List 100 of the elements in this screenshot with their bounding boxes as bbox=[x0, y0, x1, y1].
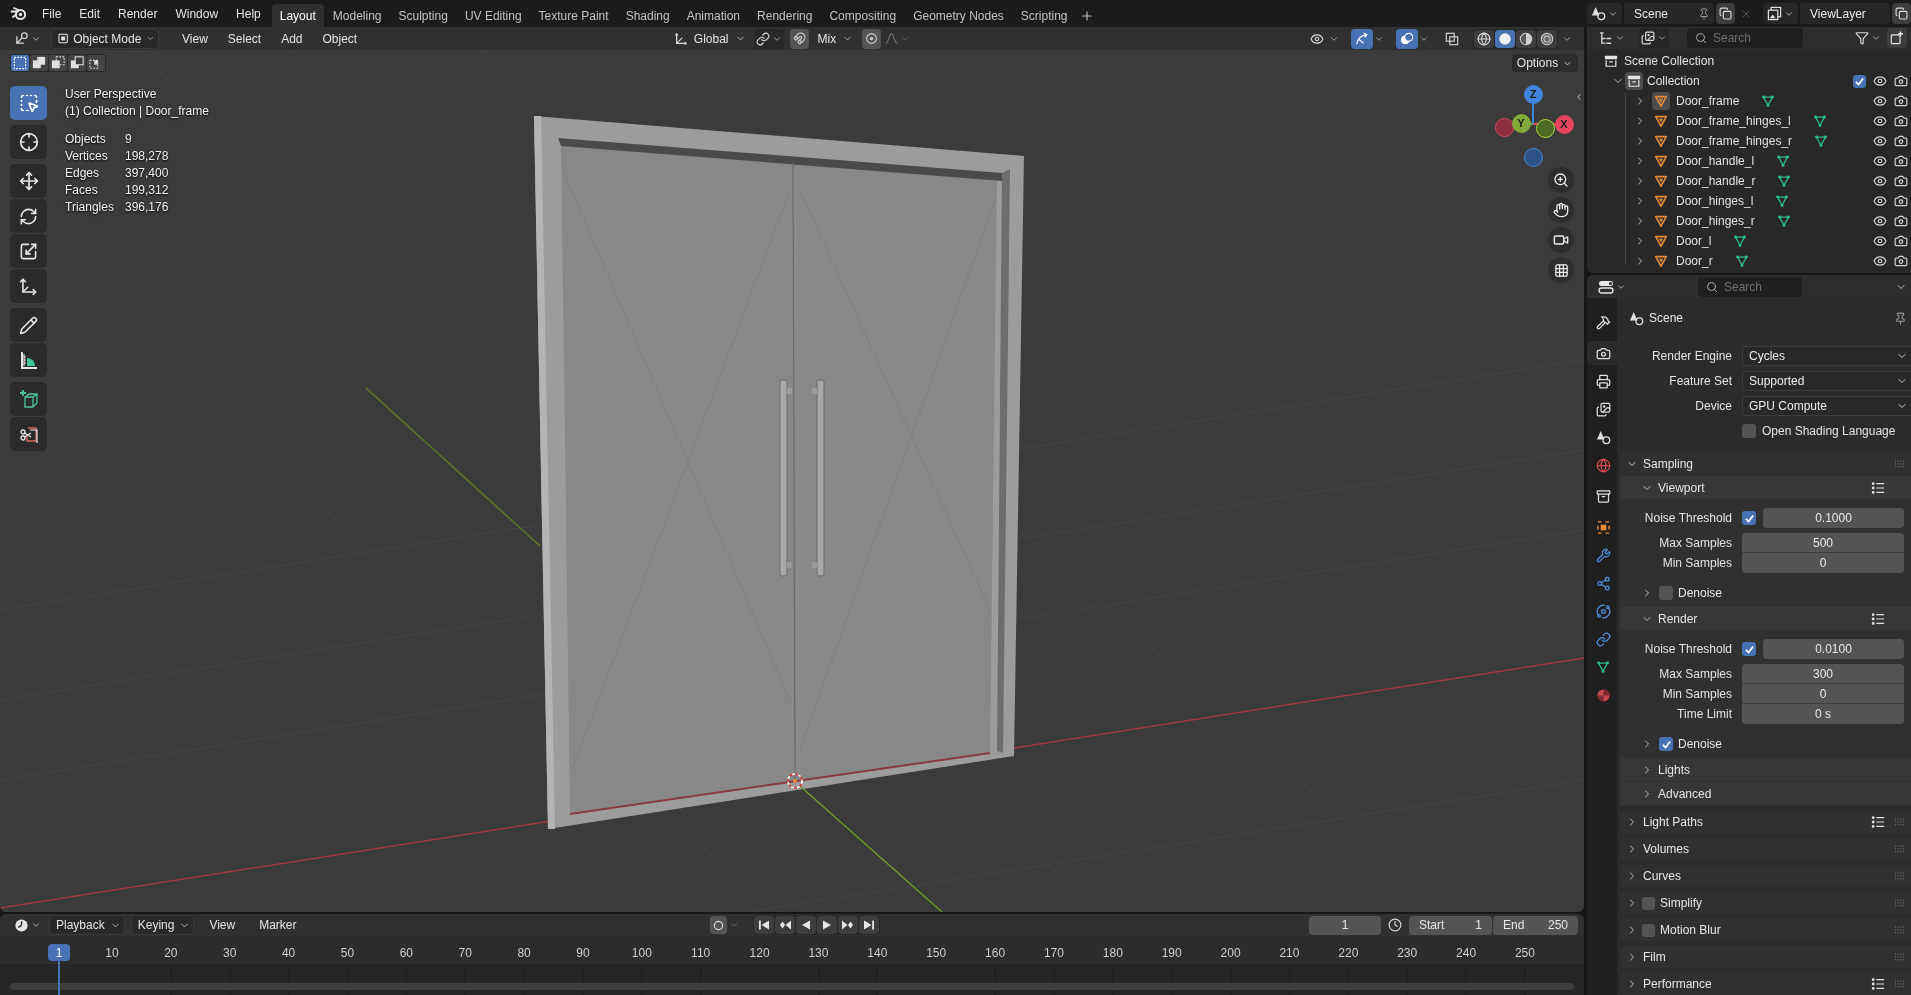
outliner-row[interactable]: Door_handle_l bbox=[1587, 151, 1911, 171]
eye-icon[interactable] bbox=[1872, 174, 1887, 188]
preset-list-icon[interactable] bbox=[1871, 815, 1885, 829]
select-mode-button[interactable] bbox=[30, 55, 48, 71]
panel-header[interactable]: Performance bbox=[1620, 973, 1911, 995]
menu-item[interactable]: Render bbox=[109, 3, 167, 24]
checkbox[interactable] bbox=[1659, 737, 1673, 751]
eye-icon[interactable] bbox=[1872, 234, 1887, 248]
camera-icon[interactable] bbox=[1893, 74, 1908, 88]
new-collection-button[interactable] bbox=[1887, 28, 1907, 48]
camera-icon[interactable] bbox=[1893, 94, 1908, 108]
zoom-button[interactable] bbox=[1548, 167, 1574, 193]
menu-dropdown[interactable]: Playback bbox=[49, 915, 125, 935]
panel-header[interactable]: Light Paths bbox=[1620, 811, 1911, 833]
camera-icon[interactable] bbox=[1893, 194, 1908, 208]
tool-button[interactable] bbox=[10, 308, 47, 342]
workspace-tab[interactable]: Texture Paint bbox=[530, 4, 617, 27]
outliner-row[interactable]: Door_r bbox=[1587, 251, 1911, 271]
pin-icon[interactable] bbox=[1698, 7, 1710, 20]
drag-handle-icon[interactable] bbox=[1895, 872, 1905, 880]
logo-icon[interactable] bbox=[10, 5, 27, 22]
subpanel-header[interactable]: Render bbox=[1620, 607, 1911, 630]
drag-handle-icon[interactable] bbox=[1895, 899, 1905, 907]
number-field[interactable]: 0 bbox=[1742, 684, 1904, 704]
panel-header[interactable]: Curves bbox=[1620, 865, 1911, 887]
workspace-tab[interactable]: Modeling bbox=[324, 4, 390, 27]
camera-icon[interactable] bbox=[1893, 154, 1908, 168]
number-field[interactable]: 300 bbox=[1742, 664, 1904, 684]
y-axis-handle[interactable]: Y bbox=[1511, 113, 1531, 133]
checkbox[interactable] bbox=[1742, 423, 1756, 438]
perspective-toggle[interactable] bbox=[1548, 257, 1574, 283]
view-layer-type-dropdown[interactable] bbox=[1763, 3, 1798, 24]
number-field[interactable]: 0.1000 bbox=[1763, 508, 1904, 528]
proportional-edit-toggle[interactable] bbox=[862, 28, 882, 49]
playback-button[interactable] bbox=[796, 916, 816, 934]
menu-item[interactable]: View bbox=[200, 915, 245, 935]
view-layer-name-field[interactable]: ViewLayer bbox=[1800, 3, 1890, 24]
workspace-tab[interactable]: Compositing bbox=[821, 4, 905, 27]
playback-button[interactable] bbox=[775, 916, 795, 934]
pan-button[interactable] bbox=[1548, 197, 1574, 223]
exclude-checkbox[interactable] bbox=[1852, 74, 1866, 88]
options-dropdown[interactable]: Options bbox=[1512, 54, 1578, 72]
menu-item[interactable]: Edit bbox=[70, 3, 110, 24]
workspace-tab[interactable]: Sculpting bbox=[390, 4, 456, 27]
outliner-row[interactable]: Door_hinges_l bbox=[1587, 191, 1911, 211]
select-mode-button[interactable] bbox=[49, 55, 67, 71]
overlay-toggle[interactable] bbox=[1396, 28, 1418, 49]
number-field[interactable]: 0.0100 bbox=[1763, 639, 1904, 659]
orientation-dropdown[interactable]: Global bbox=[671, 28, 748, 49]
eye-icon[interactable] bbox=[1872, 254, 1887, 268]
checkbox[interactable] bbox=[1742, 642, 1756, 656]
eye-icon[interactable] bbox=[1872, 214, 1887, 228]
outliner-row[interactable]: Door_frame_hinges_r bbox=[1587, 131, 1911, 151]
workspace-tab[interactable]: UV Editing bbox=[456, 4, 530, 27]
outliner-row[interactable]: Scene Collection bbox=[1587, 51, 1911, 71]
eye-icon[interactable] bbox=[1872, 134, 1887, 148]
workspace-tab[interactable]: Shading bbox=[617, 4, 678, 27]
menu-dropdown[interactable]: Keying bbox=[130, 915, 195, 935]
tool-button[interactable] bbox=[10, 417, 47, 451]
eye-icon[interactable] bbox=[1872, 94, 1887, 108]
select-mode-button[interactable] bbox=[68, 55, 86, 71]
playback-button[interactable] bbox=[838, 916, 858, 934]
workspace-tab[interactable]: Scripting bbox=[1012, 4, 1076, 27]
workspace-tab[interactable]: Layout bbox=[271, 4, 324, 27]
menu-item[interactable]: Add bbox=[272, 28, 312, 49]
subpanel-header[interactable]: Denoise bbox=[1620, 582, 1904, 604]
menu-item[interactable]: Select bbox=[218, 28, 271, 49]
number-field[interactable]: 0 s bbox=[1742, 704, 1904, 724]
outliner-row[interactable]: Door_frame_hinges_l bbox=[1587, 111, 1911, 131]
subpanel-header[interactable]: Lights bbox=[1620, 758, 1911, 781]
properties-tab[interactable] bbox=[1587, 341, 1617, 365]
select-mode-button[interactable] bbox=[11, 55, 29, 71]
outliner-row[interactable]: Door_l bbox=[1587, 231, 1911, 251]
camera-icon[interactable] bbox=[1893, 254, 1908, 268]
workspace-tab[interactable]: Rendering bbox=[749, 4, 821, 27]
pivot-dropdown[interactable] bbox=[753, 28, 784, 49]
camera-icon[interactable] bbox=[1893, 114, 1908, 128]
end-frame-field[interactable]: End 250 bbox=[1493, 915, 1578, 935]
menu-item[interactable]: Object bbox=[313, 28, 367, 49]
camera-icon[interactable] bbox=[1893, 234, 1908, 248]
drag-handle-icon[interactable] bbox=[1895, 818, 1905, 826]
checkbox[interactable] bbox=[1742, 511, 1756, 525]
drag-handle-icon[interactable] bbox=[1895, 926, 1905, 934]
number-field[interactable]: 0 bbox=[1742, 553, 1904, 573]
select-mode-button[interactable] bbox=[87, 55, 105, 71]
checkbox[interactable] bbox=[1642, 923, 1655, 937]
subpanel-header[interactable]: Denoise bbox=[1620, 733, 1904, 755]
negative-z-axis-handle[interactable] bbox=[1523, 147, 1543, 167]
eye-icon[interactable] bbox=[1872, 114, 1887, 128]
gizmo-toggle[interactable] bbox=[1351, 28, 1373, 49]
negative-y-axis-handle[interactable] bbox=[1535, 118, 1555, 138]
panel-header[interactable]: Film bbox=[1620, 946, 1911, 968]
tool-button[interactable] bbox=[10, 125, 47, 159]
negative-x-axis-handle[interactable] bbox=[1494, 117, 1514, 137]
playback-button[interactable] bbox=[859, 916, 879, 934]
outliner-row[interactable]: Door_frame bbox=[1587, 91, 1911, 111]
panel-header[interactable]: Motion Blur bbox=[1620, 919, 1911, 941]
workspace-tab[interactable]: Geometry Nodes bbox=[905, 4, 1012, 27]
camera-icon[interactable] bbox=[1893, 214, 1908, 228]
z-axis-handle[interactable]: Z bbox=[1523, 84, 1543, 104]
